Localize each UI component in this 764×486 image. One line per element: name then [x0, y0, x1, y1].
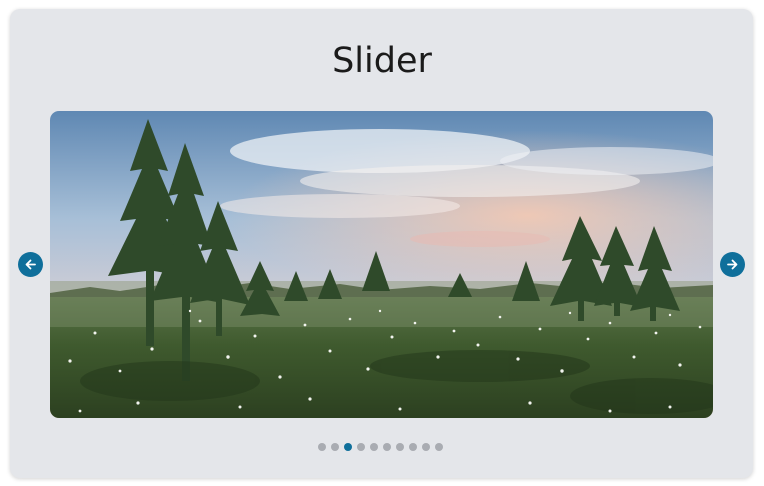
next-slide-button[interactable] [720, 252, 745, 277]
previous-slide-button[interactable] [18, 252, 43, 277]
slide-dot-3[interactable] [344, 443, 352, 451]
slide-dot-7[interactable] [396, 443, 404, 451]
slide-dot-9[interactable] [422, 443, 430, 451]
slide-image [50, 111, 713, 418]
slide-indicators [318, 443, 443, 451]
slide-dot-2[interactable] [331, 443, 339, 451]
slide-dot-1[interactable] [318, 443, 326, 451]
slide-dot-6[interactable] [383, 443, 391, 451]
slide-dot-5[interactable] [370, 443, 378, 451]
slide-dot-4[interactable] [357, 443, 365, 451]
slide-dot-10[interactable] [435, 443, 443, 451]
landscape-photo [50, 111, 713, 418]
page-title: Slider [332, 41, 432, 81]
slide-dot-8[interactable] [409, 443, 417, 451]
arrow-left-icon [25, 259, 36, 270]
arrow-right-icon [727, 259, 738, 270]
